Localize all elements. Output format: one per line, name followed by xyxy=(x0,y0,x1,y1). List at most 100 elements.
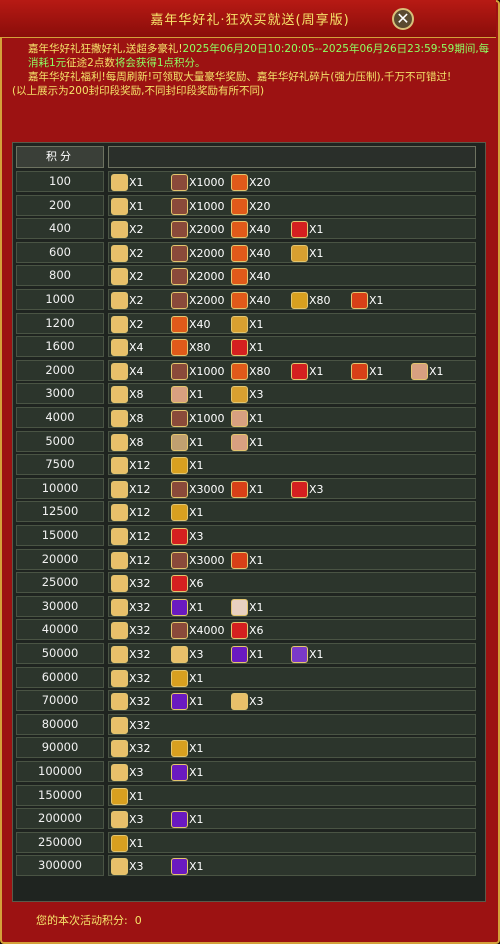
reward-item[interactable]: X2 xyxy=(111,292,144,309)
reward-item[interactable]: X1000 xyxy=(171,410,225,427)
reward-item[interactable]: X2 xyxy=(111,315,144,333)
reward-item[interactable]: X40 xyxy=(231,268,271,286)
reward-item[interactable]: X40 xyxy=(231,244,271,262)
reward-row: 800 X2 X2000 X40 xyxy=(16,265,476,287)
reward-item[interactable]: X40 xyxy=(231,292,271,309)
reward-item[interactable]: X6 xyxy=(231,622,264,640)
reward-item[interactable]: X32 xyxy=(111,693,151,711)
reward-item[interactable]: X2000 xyxy=(171,244,225,262)
reward-item[interactable]: X1 xyxy=(171,764,204,781)
reward-item[interactable]: X4 xyxy=(111,362,144,380)
reward-item[interactable]: X20 xyxy=(231,197,271,215)
reward-item[interactable]: X32 xyxy=(111,622,151,640)
reward-item[interactable]: X3 xyxy=(111,858,144,876)
reward-item[interactable]: X1 xyxy=(231,339,264,357)
reward-item[interactable]: X8 xyxy=(111,410,144,427)
reward-item[interactable]: X1 xyxy=(111,197,144,215)
reward-item[interactable]: X1000 xyxy=(171,362,225,380)
reward-quantity: X1000 xyxy=(189,364,225,378)
reward-item[interactable]: X8 xyxy=(111,433,144,451)
reward-item[interactable]: X40 xyxy=(171,315,211,333)
reward-item[interactable]: X1 xyxy=(231,480,264,498)
reward-item[interactable]: X3 xyxy=(231,693,264,711)
reward-item[interactable]: X3 xyxy=(291,480,324,498)
reward-item[interactable]: X80 xyxy=(291,292,331,309)
reward-item[interactable]: X1 xyxy=(231,433,264,451)
reward-item[interactable]: X3 xyxy=(171,646,204,663)
reward-item[interactable]: X12 xyxy=(111,528,151,545)
reward-item[interactable]: X2000 xyxy=(171,221,225,239)
reward-item[interactable]: X32 xyxy=(111,669,151,687)
reward-item[interactable]: X2 xyxy=(111,244,144,262)
reward-item[interactable]: X1 xyxy=(291,244,324,262)
reward-item[interactable]: X1 xyxy=(231,646,264,663)
reward-item[interactable]: X3 xyxy=(171,528,204,545)
reward-item[interactable]: X1 xyxy=(111,834,144,852)
close-button[interactable]: ✕ xyxy=(392,8,414,30)
reward-item[interactable]: X3 xyxy=(231,386,264,404)
reward-item[interactable]: X40 xyxy=(231,221,271,239)
reward-item[interactable]: X1 xyxy=(231,315,264,333)
reward-item[interactable]: X32 xyxy=(111,646,151,663)
reward-item[interactable]: X2 xyxy=(111,221,144,239)
reward-item[interactable]: X1000 xyxy=(171,174,225,191)
reward-item[interactable]: X1 xyxy=(231,410,264,427)
reward-item[interactable]: X1 xyxy=(291,362,324,380)
reward-item[interactable]: X1 xyxy=(171,740,204,758)
reward-item[interactable]: X12 xyxy=(111,480,151,498)
reward-item[interactable]: X32 xyxy=(111,598,151,616)
reward-row: 1000 X2 X2000 X40 X80 X1 xyxy=(16,289,476,310)
reward-item[interactable]: X1 xyxy=(171,504,204,522)
points-cell: 60000 xyxy=(16,666,104,688)
reward-item[interactable]: X1 xyxy=(171,693,204,711)
reward-item[interactable]: X80 xyxy=(171,339,211,357)
reward-item[interactable]: X1 xyxy=(171,811,204,829)
reward-item[interactable]: X1 xyxy=(351,362,384,380)
reward-quantity: X1 xyxy=(369,294,384,307)
reward-item[interactable]: X3 xyxy=(111,764,144,781)
reward-item[interactable]: X3000 xyxy=(171,551,225,569)
pepper-icon xyxy=(231,292,248,309)
reward-quantity: X1 xyxy=(249,412,264,425)
reward-item[interactable]: X1 xyxy=(171,598,204,616)
reward-item[interactable]: X1 xyxy=(291,221,324,239)
points-cell: 50000 xyxy=(16,643,104,664)
reward-quantity: X3 xyxy=(129,860,144,874)
reward-item[interactable]: X6 xyxy=(171,575,204,593)
reward-item[interactable]: X1 xyxy=(171,386,204,404)
reward-item[interactable]: X32 xyxy=(111,740,151,758)
reward-quantity: X1 xyxy=(129,836,144,850)
reward-item[interactable]: X12 xyxy=(111,504,151,522)
reward-item[interactable]: X4 xyxy=(111,339,144,357)
reward-quantity: X1 xyxy=(189,388,204,402)
reward-item[interactable]: X1 xyxy=(231,551,264,569)
reward-item[interactable]: X1 xyxy=(171,457,204,475)
reward-item[interactable]: X3000 xyxy=(171,480,225,498)
reward-item[interactable]: X1 xyxy=(171,669,204,687)
reward-item[interactable]: X1 xyxy=(351,292,384,309)
info-intro: 嘉年华好礼狂撒好礼,送超多豪礼! xyxy=(28,43,183,55)
reward-item[interactable]: X1 xyxy=(291,646,324,663)
reward-item[interactable]: X2000 xyxy=(171,292,225,309)
reward-item[interactable]: X12 xyxy=(111,457,151,475)
reward-item[interactable]: X1 xyxy=(171,433,204,451)
reward-item[interactable]: X1 xyxy=(111,174,144,191)
meat-icon xyxy=(171,244,188,262)
reward-quantity: X4 xyxy=(129,364,144,378)
reward-item[interactable]: X12 xyxy=(111,551,151,569)
reward-item[interactable]: X1 xyxy=(111,787,144,805)
reward-item[interactable]: X32 xyxy=(111,716,151,734)
reward-item[interactable]: X1000 xyxy=(171,197,225,215)
reward-item[interactable]: X4000 xyxy=(171,622,225,640)
reward-item[interactable]: X2000 xyxy=(171,268,225,286)
reward-item[interactable]: X20 xyxy=(231,174,271,191)
reward-item[interactable]: X80 xyxy=(231,362,271,380)
reward-item[interactable]: X1 xyxy=(171,858,204,876)
reward-item[interactable]: X32 xyxy=(111,575,151,593)
reward-item[interactable]: X1 xyxy=(411,362,444,380)
reward-row: 90000 X32 X1 xyxy=(16,737,476,759)
reward-item[interactable]: X2 xyxy=(111,268,144,286)
reward-item[interactable]: X8 xyxy=(111,386,144,404)
reward-item[interactable]: X1 xyxy=(231,598,264,616)
reward-item[interactable]: X3 xyxy=(111,811,144,829)
